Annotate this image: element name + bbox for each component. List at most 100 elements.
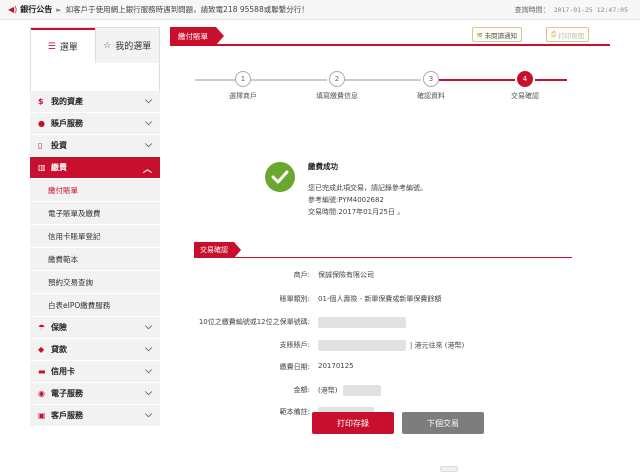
transaction-time: 交易時間:2017年01月25日 。 bbox=[308, 208, 405, 216]
redacted-value bbox=[318, 317, 406, 328]
detail-label: 繳費日期: bbox=[279, 363, 310, 371]
detail-value: 01-個人壽險 - 新單保費或新單保費餘額 bbox=[318, 295, 442, 303]
sidebar-item-credit-card[interactable]: ▬ 信用卡 ⌵ bbox=[30, 361, 160, 383]
sidebar-item-label: 貸款 bbox=[51, 345, 67, 354]
next-transaction-button[interactable]: 下個交易 bbox=[402, 412, 484, 434]
detail-label: 賬單類別: bbox=[279, 295, 310, 303]
sidebar-item-insurance[interactable]: ☂ 保險 ⌵ bbox=[30, 317, 160, 339]
detail-label: 支賬賬戶: bbox=[279, 341, 310, 349]
detail-row-bill-type: 賬單類別: 01-個人壽險 - 新單保費或新單保費餘額 bbox=[170, 294, 610, 306]
detail-value: 保誠保險有限公司 bbox=[318, 271, 374, 279]
unread-notifications-label: 未閱讀通知 bbox=[484, 31, 517, 40]
redacted-value bbox=[343, 385, 382, 396]
star-icon: ☆ bbox=[103, 40, 112, 51]
sidebar-item-e-services[interactable]: ◉ 電子服務 ⌵ bbox=[30, 383, 160, 405]
detail-label: 金額: bbox=[293, 386, 310, 394]
sidebar-item-my-assets[interactable]: $ 我的資產 ⌵ bbox=[30, 91, 160, 113]
main-content: 繳付賬單 ✉ 未閱讀通知 ⎙ 打印頁面 1 選擇商戶 2 填寫繳費信息 3 確認… bbox=[170, 27, 610, 447]
step-label: 確認資料 bbox=[417, 92, 445, 100]
success-message: 繳費成功 您已完成此項交易，請記錄參考編號。 參考編號:PYM4002682 交… bbox=[308, 161, 427, 218]
tab-menu[interactable]: ☰ 選單 bbox=[31, 28, 95, 63]
sidebar-item-customer-services[interactable]: ▣ 客戶服務 ⌵ bbox=[30, 405, 160, 427]
sidebar: ☰ 選單 ☆ 我的選單 $ 我的資產 ⌵ ● 賬戶服務 ⌵ ▯ 投資 ⌵ ▥ 繳… bbox=[30, 27, 160, 452]
redacted-value bbox=[318, 340, 406, 351]
detail-value: 20170125 bbox=[318, 362, 354, 370]
detail-label: 10位之繳費編號或12位之保單號碼: bbox=[198, 318, 310, 326]
detail-label: 範本備註: bbox=[279, 408, 310, 416]
tab-my-menu-label: 我的選單 bbox=[115, 42, 152, 52]
unread-notifications-button[interactable]: ✉ 未閱讀通知 bbox=[472, 27, 522, 42]
tab-my-menu[interactable]: ☆ 我的選單 bbox=[94, 28, 159, 63]
diamond-icon: ◆ bbox=[38, 345, 45, 354]
scroll-handle[interactable] bbox=[440, 466, 458, 472]
print-save-button[interactable]: 打印存錄 bbox=[312, 412, 394, 434]
customer-icon: ▣ bbox=[38, 411, 46, 420]
chevron-down-icon: ⌵ bbox=[145, 140, 152, 150]
chevron-down-icon: ⌵ bbox=[145, 410, 152, 420]
detail-value-group: | 港元往來 (港幣) bbox=[318, 340, 464, 351]
sidebar-subitem-ebills[interactable]: 電子賬單及繳費 bbox=[30, 202, 160, 225]
chevron-down-icon: ⌵ bbox=[145, 344, 152, 354]
chevron-down-icon: ⌵ bbox=[145, 388, 152, 398]
query-time: 查詢時間： 2017-01-25 12:47:05 bbox=[515, 5, 628, 15]
notification-icon: ✉ bbox=[477, 30, 483, 39]
print-page-button[interactable]: ⎙ 打印頁面 bbox=[546, 27, 590, 42]
step-label: 填寫繳費信息 bbox=[316, 92, 358, 100]
sidebar-item-label: 保險 bbox=[51, 323, 67, 332]
user-icon: ● bbox=[38, 119, 45, 128]
speaker-icon: ◀) bbox=[8, 5, 18, 14]
detail-row-payment-date: 繳費日期: 20170125 bbox=[170, 362, 610, 374]
announcement-bar: ◀) 銀行公告 ► 如客戶于使用網上銀行服務時遇到問題，請致電218 95588… bbox=[0, 0, 640, 20]
reference-number: 參考編號:PYM4002682 bbox=[308, 196, 384, 204]
chevron-down-icon: ⌵ bbox=[145, 366, 152, 376]
bar-chart-icon: ▥ bbox=[38, 163, 46, 172]
card-icon: ▬ bbox=[38, 367, 46, 376]
sidebar-subitem-scheduled-transactions[interactable]: 預約交易查詢 bbox=[30, 271, 160, 294]
step-number: 1 bbox=[235, 71, 251, 87]
chevron-down-icon: ⌵ bbox=[145, 118, 152, 128]
chevron-down-icon: ⌵ bbox=[145, 322, 152, 332]
sidebar-spacer bbox=[30, 63, 160, 91]
sidebar-item-loans[interactable]: ◆ 貸款 ⌵ bbox=[30, 339, 160, 361]
detail-row-amount: 金額: (港幣) bbox=[170, 385, 610, 397]
sidebar-item-label: 客戶服務 bbox=[51, 411, 83, 420]
sidebar-item-label: 信用卡 bbox=[51, 367, 75, 376]
success-title: 繳費成功 bbox=[308, 162, 338, 171]
sidebar-subitem-payment-templates[interactable]: 繳費範本 bbox=[30, 248, 160, 271]
section-header-transaction-confirmation: 交易確認 bbox=[194, 242, 241, 258]
success-instruction: 您已完成此項交易，請記錄參考編號。 bbox=[308, 184, 427, 192]
sidebar-item-label: 繳費 bbox=[51, 163, 67, 172]
success-check-icon bbox=[265, 162, 295, 192]
sidebar-subitem-pay-bills[interactable]: 繳付賬單 bbox=[30, 179, 160, 202]
umbrella-icon: ☂ bbox=[38, 323, 46, 332]
chevron-up-icon: ︿ bbox=[142, 165, 152, 175]
step-4: 4 交易確認 bbox=[485, 71, 565, 101]
printer-icon: ⎙ bbox=[551, 30, 557, 38]
step-number: 4 bbox=[517, 71, 533, 87]
step-label: 交易確認 bbox=[511, 92, 539, 100]
sidebar-item-invest[interactable]: ▯ 投資 ⌵ bbox=[30, 135, 160, 157]
query-time-value: 2017-01-25 12:47:05 bbox=[553, 6, 628, 14]
detail-value-redacted bbox=[318, 317, 406, 328]
sidebar-item-label: 我的資產 bbox=[51, 97, 83, 106]
sidebar-subitem-eipo-payment[interactable]: 白表eIPO繳費服務 bbox=[30, 294, 160, 317]
sidebar-item-account-services[interactable]: ● 賬戶服務 ⌵ bbox=[30, 113, 160, 135]
tab-underline bbox=[170, 44, 610, 46]
location-icon: ◉ bbox=[38, 389, 45, 398]
step-1: 1 選擇商戶 bbox=[203, 71, 283, 101]
sidebar-item-payments[interactable]: ▥ 繳費 ︿ bbox=[30, 157, 160, 179]
sidebar-item-label: 電子服務 bbox=[51, 389, 83, 398]
tab-pay-bills-label: 繳付賬單 bbox=[178, 31, 208, 41]
announcement-text: 如客戶于使用網上銀行服務時遇到問題，請致電218 95588或聯繫分行！ bbox=[65, 5, 309, 14]
detail-value-group: (港幣) bbox=[318, 385, 382, 396]
tab-pay-bills[interactable]: 繳付賬單 bbox=[170, 27, 224, 45]
print-page-label: 打印頁面 bbox=[558, 31, 585, 40]
detail-label: 商戶: bbox=[293, 271, 310, 279]
sidebar-item-label: 賬戶服務 bbox=[51, 119, 83, 128]
sidebar-tabs: ☰ 選單 ☆ 我的選單 bbox=[30, 27, 160, 63]
announcement-label: 銀行公告 bbox=[20, 5, 53, 14]
sidebar-subitem-credit-card-bill-registration[interactable]: 信用卡賬單登記 bbox=[30, 225, 160, 248]
tab-menu-label: 選單 bbox=[59, 43, 78, 53]
step-2: 2 填寫繳費信息 bbox=[297, 71, 377, 101]
chevron-down-icon: ⌵ bbox=[145, 96, 152, 106]
